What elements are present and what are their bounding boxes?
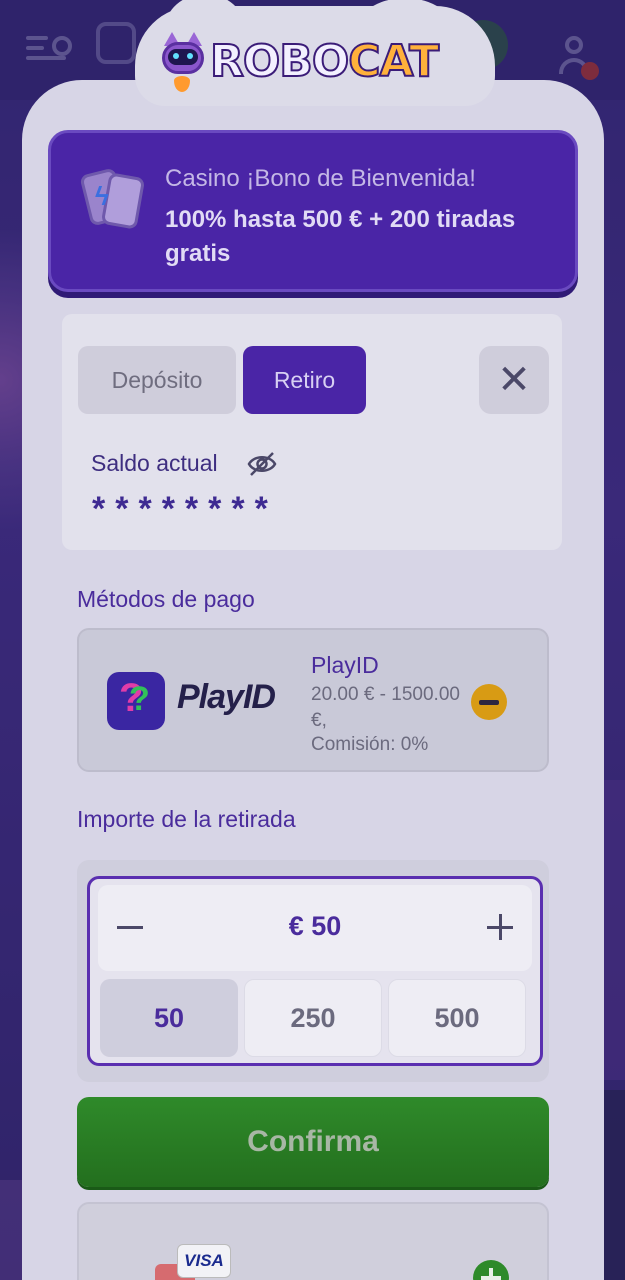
welcome-bonus-banner[interactable]: ϟ Casino ¡Bono de Bienvenida! 100% hasta…: [48, 130, 578, 292]
payment-methods-title: Métodos de pago: [77, 586, 255, 612]
method-name: PlayID: [311, 652, 379, 678]
amount-value[interactable]: € 50: [98, 911, 532, 942]
playid-logo-icon: ??: [107, 672, 165, 730]
robocat-logo[interactable]: ROBOCAT: [160, 22, 480, 102]
add-method-icon[interactable]: [473, 1260, 509, 1280]
tickets-icon: ϟ: [79, 167, 146, 230]
withdraw-amount-title: Importe de la retirada: [77, 806, 296, 832]
cashier-header-card: Depósito Retiro ✕ Saldo actual ********: [62, 314, 562, 550]
preset-amount-button[interactable]: 500: [388, 979, 526, 1057]
confirm-button[interactable]: Confirma: [77, 1097, 549, 1187]
balance-masked-value: ********: [92, 490, 278, 528]
close-icon: ✕: [497, 358, 531, 402]
increase-amount-button[interactable]: [480, 905, 520, 949]
visa-badge: VISA: [177, 1244, 231, 1278]
playid-wordmark: PlayID: [177, 678, 276, 716]
tab-withdraw[interactable]: Retiro: [243, 346, 366, 414]
payment-method-card[interactable]: VISA: [77, 1202, 549, 1280]
amount-section: € 50 50 250 500: [77, 860, 549, 1082]
method-limits: 20.00 € - 1500.00 €,: [311, 684, 460, 731]
cashier-modal: ϟ Casino ¡Bono de Bienvenida! 100% hasta…: [22, 80, 604, 1280]
robocat-mascot-icon: [160, 32, 206, 92]
logo-text-cat: CAT: [347, 36, 440, 87]
amount-selector: € 50 50 250 500: [87, 876, 543, 1066]
balance-label: Saldo actual: [91, 450, 218, 476]
deselect-method-icon[interactable]: [471, 684, 507, 720]
bonus-offer: 100% hasta 500 € + 200 tiradas gratis: [165, 206, 516, 267]
preset-amount-button[interactable]: 250: [244, 979, 382, 1057]
preset-amount-button[interactable]: 50: [100, 979, 238, 1057]
amount-stepper: € 50: [98, 885, 532, 971]
tab-deposit[interactable]: Depósito: [78, 346, 236, 414]
logo-text-robo: ROBO: [209, 36, 350, 87]
close-button[interactable]: ✕: [479, 346, 549, 414]
method-fee: Comisión: 0%: [311, 734, 429, 755]
payment-method-playid[interactable]: ?? PlayID PlayID 20.00 € - 1500.00 €, Co…: [77, 628, 549, 772]
bonus-title: Casino ¡Bono de Bienvenida!: [165, 165, 476, 192]
eye-off-icon[interactable]: [246, 450, 278, 478]
